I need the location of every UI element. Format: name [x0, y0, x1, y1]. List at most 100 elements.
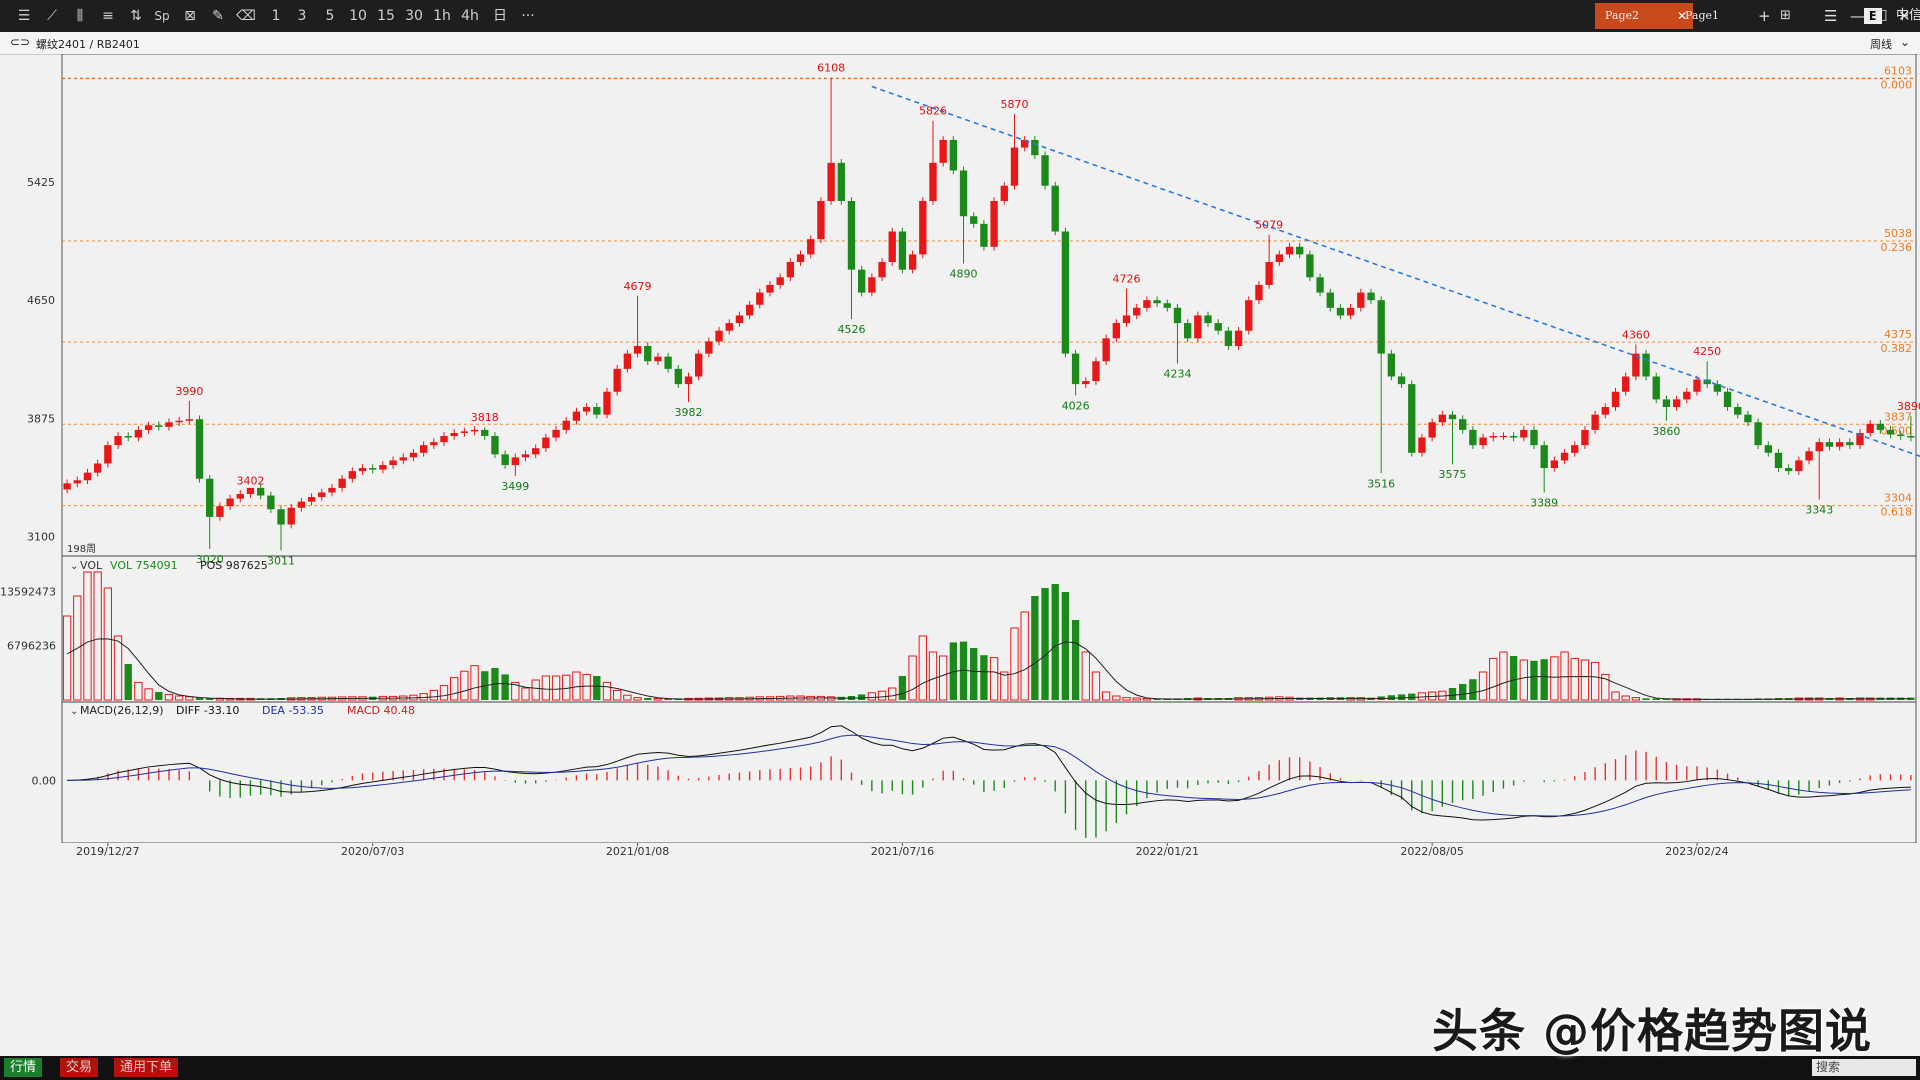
- volume-value: VOL 754091: [110, 559, 178, 572]
- settings-menu-icon[interactable]: ☰: [1824, 6, 1837, 26]
- symbol-bar: ⊂⊃ 螺纹2401 / RB2401 周线 ⌄: [0, 32, 1920, 55]
- search-input[interactable]: 搜索: [1812, 1059, 1916, 1076]
- candle-body: [1825, 442, 1834, 447]
- high-label: 5870: [1000, 98, 1028, 111]
- x-tick-label: 2023/02/24: [1665, 845, 1728, 858]
- candle-body: [440, 436, 448, 443]
- symbol-label: 螺纹2401 / RB2401: [36, 38, 140, 51]
- list-icon[interactable]: ≡: [98, 6, 118, 26]
- candle-body: [919, 200, 927, 255]
- add-tab-icon[interactable]: +: [1758, 6, 1771, 26]
- period-30[interactable]: 30: [404, 6, 424, 26]
- link-icon[interactable]: ⊂⊃: [10, 35, 30, 49]
- candle-body: [1469, 429, 1477, 446]
- candle-body: [776, 277, 784, 285]
- position-value: POS 987625: [200, 559, 268, 572]
- sort-icon[interactable]: ⇅: [126, 6, 146, 26]
- candle-body: [1795, 460, 1803, 472]
- price-tick-label: 3875: [27, 412, 55, 425]
- volume-tick-label: 13592473: [0, 585, 56, 598]
- candle-body: [1428, 422, 1436, 438]
- low-label: 4234: [1163, 368, 1191, 381]
- candle-body: [1408, 384, 1416, 453]
- maximize-icon[interactable]: ☐: [1874, 6, 1887, 26]
- menu-icon[interactable]: ☰: [14, 6, 34, 26]
- candle-body: [460, 431, 469, 433]
- general-order-button[interactable]: 通用下单: [114, 1058, 179, 1077]
- volume-bar: [124, 664, 132, 700]
- watermark: 头条 @价格趋势图说: [1432, 1004, 1873, 1058]
- volume-bar: [1469, 679, 1477, 700]
- candle-body: [1255, 284, 1263, 301]
- candle-body: [1133, 307, 1141, 316]
- candle-body: [175, 420, 183, 423]
- pen-icon[interactable]: ✎: [208, 6, 228, 26]
- candle-body: [623, 353, 632, 369]
- period-3[interactable]: 3: [292, 6, 312, 26]
- sp-icon[interactable]: Sp: [152, 6, 172, 26]
- box-icon[interactable]: ⊠: [180, 6, 200, 26]
- period-1h[interactable]: 1h: [432, 6, 452, 26]
- candle-body: [1734, 407, 1742, 415]
- line-chart-icon[interactable]: ⟋: [42, 6, 62, 26]
- candle-body: [226, 498, 234, 507]
- candle-body: [338, 478, 346, 488]
- candle-body: [1204, 315, 1212, 324]
- candle-body: [847, 200, 856, 270]
- tab-page1[interactable]: Page1: [1675, 3, 1755, 29]
- candle-body: [1897, 434, 1905, 437]
- candle-body: [572, 411, 581, 421]
- candle-body: [654, 356, 662, 362]
- price-chart[interactable]: 61030.00050380.23643750.38238370.5003304…: [0, 54, 1920, 1056]
- fib-ratio: 0.382: [1881, 342, 1913, 355]
- candle-icon[interactable]: ⫼: [70, 6, 90, 26]
- candle-body: [674, 368, 682, 385]
- candle-body: [1550, 460, 1559, 469]
- candle-body: [1102, 338, 1110, 362]
- period-day[interactable]: 日: [490, 6, 510, 26]
- candle-body: [1112, 323, 1121, 339]
- volume-bar: [1509, 656, 1518, 700]
- fib-price: 3304: [1884, 492, 1912, 505]
- period-5[interactable]: 5: [320, 6, 340, 26]
- volume-bar: [1540, 659, 1548, 700]
- candle-body: [1459, 419, 1467, 430]
- candle-body: [1438, 414, 1446, 423]
- candle-body: [1377, 300, 1385, 354]
- trade-button[interactable]: 交易: [60, 1058, 99, 1077]
- candle-body: [868, 277, 876, 293]
- more-icon[interactable]: ···: [518, 6, 538, 26]
- low-label: 3499: [501, 480, 529, 493]
- candle-body: [1071, 353, 1080, 385]
- candle-body: [1336, 307, 1345, 316]
- candle-body: [929, 162, 937, 201]
- minimize-icon[interactable]: —: [1850, 6, 1865, 26]
- period-10[interactable]: 10: [348, 6, 368, 26]
- period-4h[interactable]: 4h: [460, 6, 480, 26]
- candle-body: [470, 429, 479, 432]
- candle-body: [1163, 303, 1171, 308]
- candle-body: [1683, 391, 1691, 400]
- volume-bar: [1397, 694, 1406, 700]
- candle-body: [939, 139, 947, 163]
- candle-body: [593, 407, 601, 415]
- candle-body: [104, 445, 112, 464]
- x-tick-label: 2021/01/08: [606, 845, 669, 858]
- period-1[interactable]: 1: [266, 6, 286, 26]
- volume-bar: [1051, 584, 1059, 700]
- period-selector[interactable]: 周线: [1870, 36, 1892, 52]
- period-15[interactable]: 15: [376, 6, 396, 26]
- candle-body: [1601, 407, 1609, 415]
- layout-icon[interactable]: ⊞: [1780, 6, 1791, 26]
- candle-body: [1642, 353, 1650, 377]
- fib-ratio: 0.618: [1881, 506, 1913, 519]
- eraser-icon[interactable]: ⌫: [236, 6, 256, 26]
- candle-body: [491, 436, 499, 455]
- close-window-icon[interactable]: ✕: [1898, 6, 1911, 26]
- candle-body: [1876, 423, 1885, 430]
- market-button[interactable]: 行情: [4, 1058, 43, 1077]
- candle-body: [1153, 300, 1161, 304]
- candle-body: [1387, 353, 1396, 377]
- candle-body: [134, 429, 143, 438]
- chevron-down-icon[interactable]: ⌄: [1900, 35, 1910, 49]
